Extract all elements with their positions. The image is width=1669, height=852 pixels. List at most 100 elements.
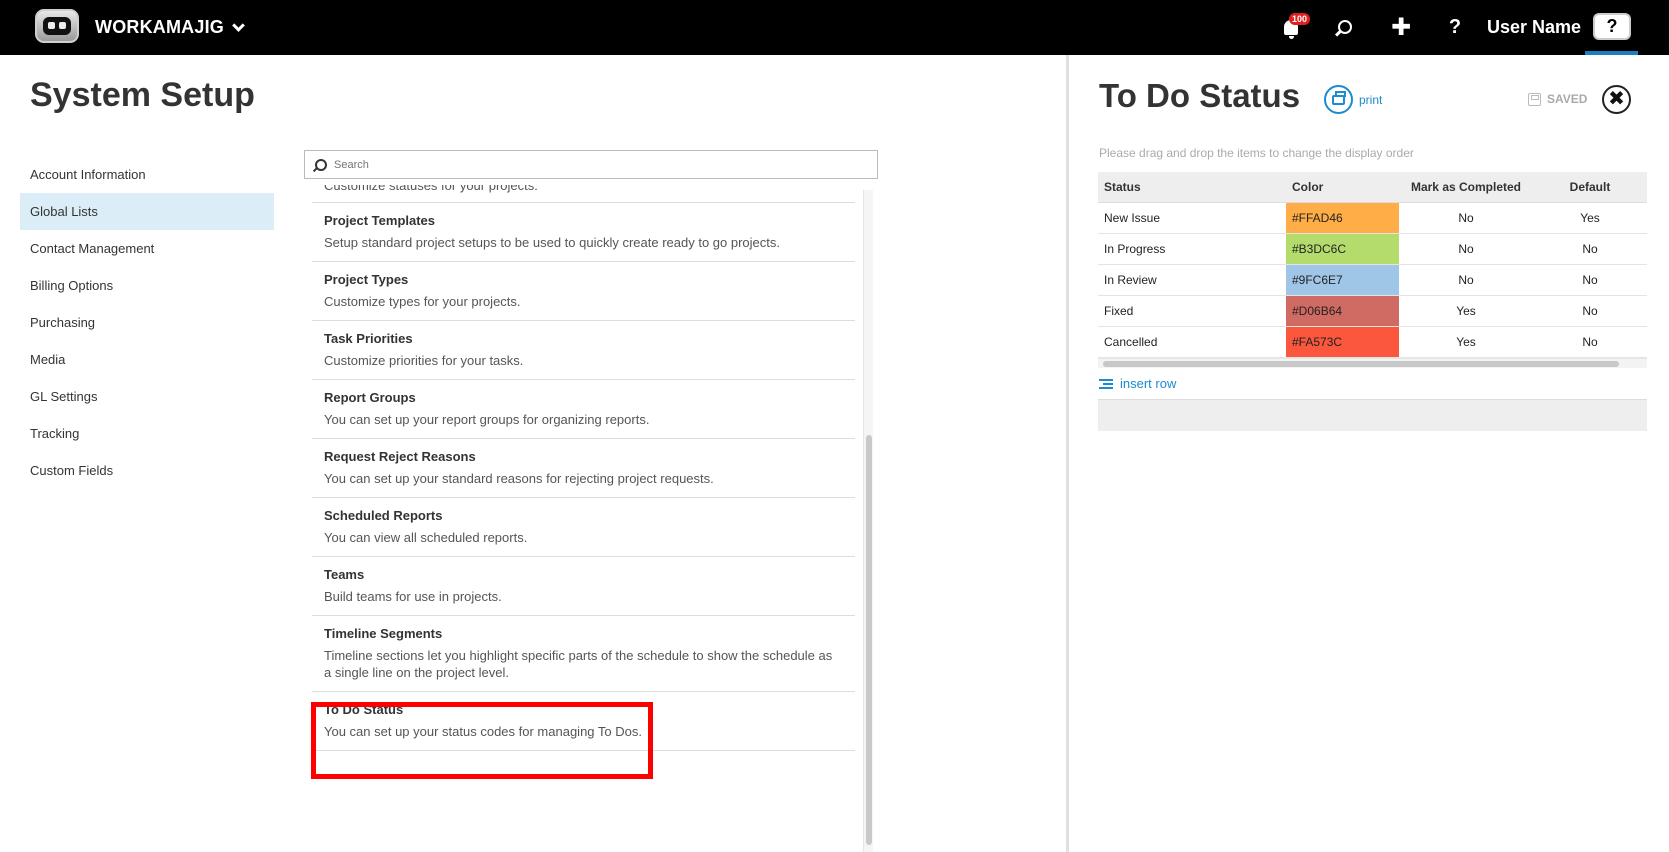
color-cell[interactable]: #FFAD46 (1286, 202, 1399, 234)
column-header-default[interactable]: Default (1533, 172, 1647, 203)
list-item-title: Project Types (324, 272, 409, 287)
sidebar-item-custom-fields[interactable]: Custom Fields (20, 452, 274, 489)
list-item-project-types[interactable]: Project Types Customize types for your p… (312, 262, 855, 321)
add-icon[interactable]: ✚ (1391, 14, 1411, 41)
notification-count-badge: 100 (1289, 13, 1311, 25)
list-item-title: Task Priorities (324, 331, 413, 346)
list-item-report-groups[interactable]: Report Groups You can set up your report… (312, 380, 855, 439)
status-cell[interactable]: New Issue (1098, 202, 1286, 234)
mark-as-completed-cell[interactable]: Yes (1399, 326, 1533, 358)
status-cell[interactable]: In Progress (1098, 233, 1286, 265)
saved-label: SAVED (1547, 92, 1588, 106)
list-scrollbar-thumb[interactable] (866, 435, 872, 845)
brand-menu[interactable]: WORKAMAJIG (95, 17, 245, 38)
panel-divider (1066, 55, 1069, 852)
sidebar-item-global-lists[interactable]: Global Lists (20, 193, 274, 230)
list-item-desc: Build teams for use in projects. (324, 589, 502, 604)
default-cell[interactable]: No (1533, 233, 1647, 265)
default-cell[interactable]: Yes (1533, 202, 1647, 234)
selection-highlight-box (311, 702, 653, 779)
default-cell[interactable]: No (1533, 326, 1647, 358)
workamajig-logo-icon[interactable] (35, 9, 79, 43)
list-item-scheduled-reports[interactable]: Scheduled Reports You can view all sched… (312, 498, 855, 557)
sidebar-item-gl-settings[interactable]: GL Settings (20, 378, 274, 415)
help-icon[interactable]: ? (1445, 14, 1465, 40)
sidebar-item-billing-options[interactable]: Billing Options (20, 267, 274, 304)
mark-as-completed-cell[interactable]: No (1399, 264, 1533, 296)
table-row[interactable]: New Issue #FFAD46 No Yes (1098, 202, 1647, 234)
chevron-down-icon (232, 18, 245, 32)
color-cell[interactable]: #D06B64 (1286, 295, 1399, 327)
list-item-title: Teams (324, 567, 365, 582)
printer-icon (1324, 85, 1353, 114)
status-cell[interactable]: In Review (1098, 264, 1286, 296)
table-scrollbar-thumb[interactable] (1103, 361, 1619, 367)
list-item-desc: Customize statuses for your projects. (324, 185, 538, 193)
table-footer-bar (1098, 399, 1647, 431)
sidebar-item-media[interactable]: Media (20, 341, 274, 378)
drag-drop-hint: Please drag and drop the items to change… (1099, 146, 1414, 160)
user-name-menu[interactable]: User Name (1487, 17, 1581, 38)
search-icon[interactable] (1334, 14, 1356, 40)
top-bar: WORKAMAJIG 100 ✚ ? User Name ? (0, 0, 1669, 55)
color-cell[interactable]: #9FC6E7 (1286, 264, 1399, 296)
list-item-title: Request Reject Reasons (324, 449, 476, 464)
sidebar-item-purchasing[interactable]: Purchasing (20, 304, 274, 341)
list-item-desc: You can set up your standard reasons for… (324, 471, 714, 486)
table-row[interactable]: In Progress #B3DC6C No No (1098, 233, 1647, 265)
status-cell[interactable]: Fixed (1098, 295, 1286, 327)
print-label: print (1359, 92, 1383, 107)
color-cell[interactable]: #FA573C (1286, 326, 1399, 358)
list-item-teams[interactable]: Teams Build teams for use in projects. (312, 557, 855, 616)
save-disk-icon (1528, 92, 1541, 106)
list-item-title: Project Templates (324, 213, 436, 228)
help-center-active-indicator (1585, 51, 1638, 55)
column-header-color[interactable]: Color (1286, 172, 1399, 203)
list-item-desc: Customize types for your projects. (324, 294, 521, 309)
setup-sidebar: Account Information Global Lists Contact… (20, 156, 274, 489)
table-horizontal-scrollbar[interactable] (1098, 358, 1647, 368)
list-item-desc: Timeline sections let you highlight spec… (324, 648, 833, 680)
default-cell[interactable]: No (1533, 264, 1647, 296)
saved-indicator: SAVED (1528, 92, 1587, 106)
list-item-desc: Setup standard project setups to be used… (324, 235, 780, 250)
sidebar-item-account-information[interactable]: Account Information (20, 156, 274, 193)
column-header-mark-as-completed[interactable]: Mark as Completed (1399, 172, 1533, 203)
list-item-task-priorities[interactable]: Task Priorities Customize priorities for… (312, 321, 855, 380)
list-item-title: Timeline Segments (324, 626, 443, 641)
insert-row-button[interactable]: insert row (1099, 376, 1176, 391)
brand-label: WORKAMAJIG (95, 17, 224, 37)
list-scrollbar[interactable] (863, 190, 873, 852)
table-header-row: Status Color Mark as Completed Default (1098, 172, 1647, 203)
global-lists-search[interactable] (304, 150, 878, 179)
list-item-request-reject-reasons[interactable]: Request Reject Reasons You can set up yo… (312, 439, 855, 498)
column-header-status[interactable]: Status (1098, 172, 1286, 203)
insert-row-icon (1099, 378, 1113, 389)
default-cell[interactable]: No (1533, 295, 1647, 327)
table-row[interactable]: In Review #9FC6E7 No No (1098, 264, 1647, 296)
to-do-status-table: Status Color Mark as Completed Default N… (1098, 172, 1647, 358)
status-cell[interactable]: Cancelled (1098, 326, 1286, 358)
list-item-desc: Customize priorities for your tasks. (324, 353, 524, 368)
list-item-desc: You can set up your report groups for or… (324, 412, 650, 427)
search-input[interactable] (334, 158, 854, 171)
table-row[interactable]: Cancelled #FA573C Yes No (1098, 326, 1647, 358)
close-icon[interactable]: ✖ (1602, 85, 1631, 114)
color-cell[interactable]: #B3DC6C (1286, 233, 1399, 265)
list-item-desc: You can view all scheduled reports. (324, 530, 528, 545)
sidebar-item-tracking[interactable]: Tracking (20, 415, 274, 452)
insert-row-label: insert row (1120, 376, 1177, 391)
list-item-title: Scheduled Reports (324, 508, 443, 523)
list-item-timeline-segments[interactable]: Timeline Segments Timeline sections let … (312, 616, 855, 692)
mark-as-completed-cell[interactable]: No (1399, 202, 1533, 234)
mark-as-completed-cell[interactable]: Yes (1399, 295, 1533, 327)
list-item-project-templates[interactable]: Project Templates Setup standard project… (312, 203, 855, 262)
page-title: System Setup (30, 76, 255, 114)
table-row[interactable]: Fixed #D06B64 Yes No (1098, 295, 1647, 327)
print-button[interactable]: print (1324, 85, 1382, 114)
help-center-icon[interactable]: ? (1593, 13, 1631, 40)
list-item[interactable]: Customize statuses for your projects. (312, 185, 855, 203)
search-icon (315, 158, 327, 171)
mark-as-completed-cell[interactable]: No (1399, 233, 1533, 265)
sidebar-item-contact-management[interactable]: Contact Management (20, 230, 274, 267)
